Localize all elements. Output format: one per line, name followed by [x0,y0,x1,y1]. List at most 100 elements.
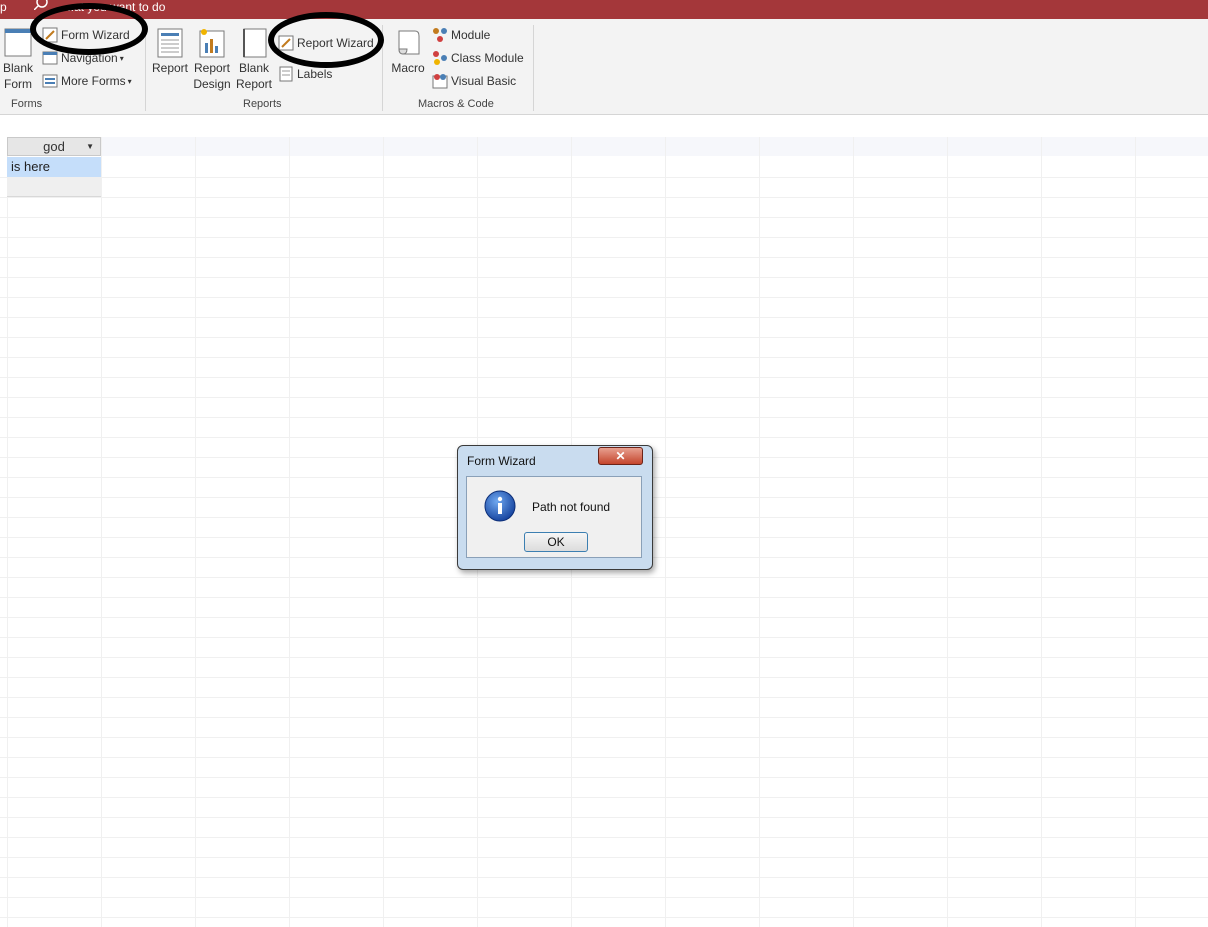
table-cell[interactable]: is here [11,159,50,174]
table-row[interactable]: is here [7,157,101,177]
gridline [0,617,1208,618]
info-icon [484,490,516,522]
navigation-label: Navigation [61,51,118,65]
form-wizard-icon [42,27,58,43]
form-wizard-button[interactable]: Form Wizard [42,25,130,45]
column-header-god[interactable]: god ▼ [7,137,101,156]
gridline [947,137,948,927]
report-button[interactable]: Report [151,28,189,76]
gridline [0,257,1208,258]
gridline [0,637,1208,638]
report-wizard-icon [278,35,294,51]
search-icon[interactable] [34,0,48,10]
report-wizard-label: Report Wizard [297,36,374,50]
report-label: Report [151,61,189,75]
navigation-button[interactable]: Navigation ▾ [42,48,124,68]
labels-label: Labels [297,67,333,81]
form-wizard-label: Form Wizard [61,28,130,42]
blank-report-button[interactable]: Blank Report [235,28,273,92]
report-design-button[interactable]: Report Design [192,28,232,92]
gridline [665,137,666,927]
gridline [0,597,1208,598]
gridline [0,317,1208,318]
gridline [0,297,1208,298]
gridline [289,137,290,927]
blank-report-label-2: Report [235,77,273,91]
message-dialog: Form Wizard ✕ Path not found OK [457,445,653,570]
more-forms-icon [42,74,58,88]
reports-group-label: Reports [243,98,282,110]
tell-me-field[interactable]: ...at you want to do [64,0,165,14]
class-module-label: Class Module [451,51,524,65]
group-divider [533,25,534,111]
report-icon [157,28,183,58]
group-divider [382,25,383,111]
gridline [0,577,1208,578]
gridline [759,137,760,927]
report-design-label-1: Report [193,61,231,75]
gridline [195,137,196,927]
dialog-title: Form Wizard [467,454,536,468]
macros-group-label: Macros & Code [418,98,494,110]
labels-icon [279,66,293,82]
visual-basic-button[interactable]: Visual Basic [432,71,516,91]
ok-button-label: OK [547,535,565,549]
gridline [0,737,1208,738]
macro-label: Macro [391,61,425,75]
gridline [383,137,384,927]
gridline [1041,137,1042,927]
close-button[interactable]: ✕ [598,447,643,465]
class-module-icon [433,51,447,65]
gridline [0,437,1208,438]
chevron-down-icon: ▾ [127,76,132,86]
blank-form-icon [4,28,32,57]
gridline [0,757,1208,758]
blank-report-label-1: Blank [238,61,270,75]
chevron-down-icon[interactable]: ▼ [86,138,94,156]
forms-group-label: Forms [11,98,43,110]
gridline [0,917,1208,918]
more-forms-label: More Forms [61,74,126,88]
gridline [0,817,1208,818]
gridline [7,137,8,927]
blank-form-label-1: Blank [3,61,34,75]
gridline [0,217,1208,218]
gridline [0,877,1208,878]
gridline [0,837,1208,838]
new-record-row[interactable] [7,177,101,197]
gridline [0,397,1208,398]
report-wizard-button[interactable]: Report Wizard [278,33,374,53]
macro-icon [398,30,420,55]
module-button[interactable]: Module [432,25,490,45]
gridline [0,417,1208,418]
macro-button[interactable]: Macro [389,28,427,76]
title-bar: p ...at you want to do [0,0,1208,19]
labels-button[interactable]: Labels [278,64,332,84]
more-forms-button[interactable]: More Forms ▾ [42,71,132,91]
gridline [0,717,1208,718]
gridline [0,657,1208,658]
gridline [1135,137,1136,927]
gridline [0,777,1208,778]
group-divider [145,25,146,111]
gridline [101,137,102,927]
navigation-icon [42,51,58,65]
blank-form-button[interactable]: Blank Form [3,28,33,92]
visual-basic-icon [432,74,448,89]
dialog-message: Path not found [532,500,611,514]
title-bar-text: p [0,0,7,14]
blank-report-icon [243,28,267,58]
report-design-icon [199,29,225,58]
gridline [0,177,1208,178]
gridline [0,797,1208,798]
gridline [0,277,1208,278]
ok-button[interactable]: OK [524,532,588,552]
gridline [0,357,1208,358]
close-icon: ✕ [615,449,626,463]
gridline [853,137,854,927]
visual-basic-label: Visual Basic [451,74,517,88]
column-header-label: god [43,139,65,154]
module-icon [433,28,447,42]
gridline [0,337,1208,338]
class-module-button[interactable]: Class Module [432,48,524,68]
